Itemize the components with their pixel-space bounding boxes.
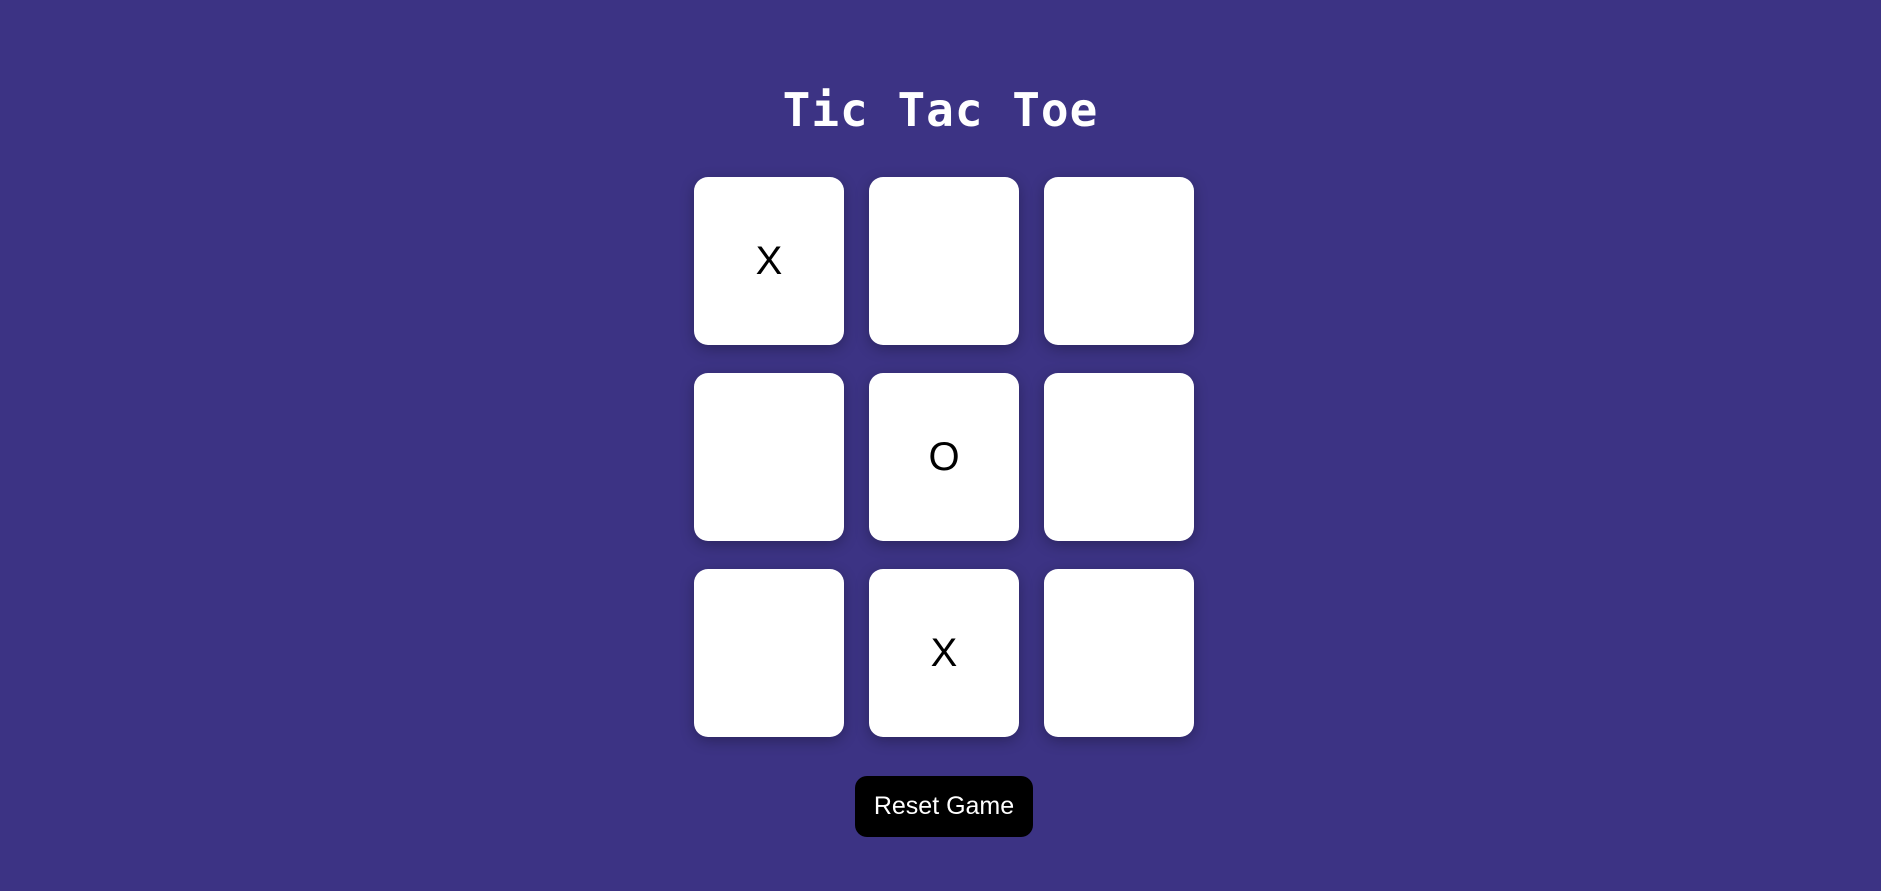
board-cell-2[interactable] bbox=[869, 177, 1019, 345]
board-cell-1[interactable]: X bbox=[694, 177, 844, 345]
game-board: X O X bbox=[694, 177, 1194, 737]
board-cell-7[interactable] bbox=[694, 569, 844, 737]
page-title: Tic Tac Toe bbox=[782, 83, 1099, 137]
board-cell-4[interactable] bbox=[694, 373, 844, 541]
board-cell-9[interactable] bbox=[1044, 569, 1194, 737]
reset-game-button[interactable]: Reset Game bbox=[855, 776, 1033, 837]
board-cell-8[interactable]: X bbox=[869, 569, 1019, 737]
board-cell-3[interactable] bbox=[1044, 177, 1194, 345]
board-cell-6[interactable] bbox=[1044, 373, 1194, 541]
board-cell-5[interactable]: O bbox=[869, 373, 1019, 541]
